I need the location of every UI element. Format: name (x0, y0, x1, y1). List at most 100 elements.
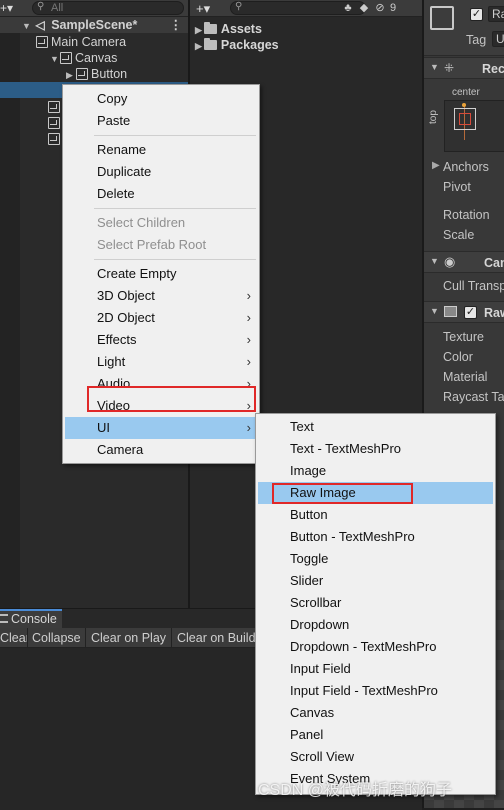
name-field[interactable]: Ra (488, 6, 504, 22)
inspector-header: ✓ Ra Tag U (424, 0, 504, 56)
gameobject-icon (60, 52, 72, 64)
hierarchy-item-main-camera[interactable]: Main Camera (36, 34, 126, 50)
ui-menu-item-text-textmeshpro[interactable]: Text - TextMeshPro (258, 438, 493, 460)
folder-label: Assets (220, 22, 262, 36)
menu-item-label: Effects (97, 332, 137, 347)
menu-item-light[interactable]: Light › (65, 351, 257, 373)
hierarchy-item-hidden-3[interactable] (48, 131, 63, 147)
ui-menu-item-image[interactable]: Image (258, 460, 493, 482)
menu-item-3d-object[interactable]: 3D Object › (65, 285, 257, 307)
menu-item-label: Button - TextMeshPro (290, 529, 415, 544)
menu-item-label: Input Field - TextMeshPro (290, 683, 438, 698)
submenu-arrow-icon: › (246, 288, 251, 303)
menu-item-label: Raw Image (290, 485, 356, 500)
folder-assets[interactable]: ▶ Assets (195, 21, 262, 37)
rect-transform-header[interactable]: ▼ ⁜ Rec (424, 57, 504, 79)
collapse-arrow-icon[interactable]: ▼ (430, 256, 439, 266)
collapse-arrow-icon[interactable]: ▼ (22, 18, 32, 34)
submenu-arrow-icon: › (246, 332, 251, 347)
search-by-label-icon[interactable]: ◆ (356, 0, 372, 17)
ui-menu-item-scrollbar[interactable]: Scrollbar (258, 592, 493, 614)
menu-item-label: Scroll View (290, 749, 355, 764)
menu-item-video[interactable]: Video › (65, 395, 257, 417)
scale-label: Scale (443, 228, 475, 242)
material-label: Material (443, 370, 488, 384)
hierarchy-gutter (0, 17, 20, 608)
menu-item-audio[interactable]: Audio › (65, 373, 257, 395)
menu-item-2d-object[interactable]: 2D Object › (65, 307, 257, 329)
ui-menu-item-slider[interactable]: Slider (258, 570, 493, 592)
menu-separator (94, 259, 256, 260)
rect-transform-icon: ⁜ (444, 61, 455, 75)
menu-item-camera[interactable]: Camera (65, 439, 257, 461)
ui-menu-item-text[interactable]: Text (258, 416, 493, 438)
clear-on-play-button[interactable]: Clear on Play (86, 628, 172, 648)
menu-item-delete[interactable]: Delete (65, 183, 257, 205)
menu-item-paste[interactable]: Paste (65, 110, 257, 132)
hierarchy-item-hidden-1[interactable] (48, 99, 63, 115)
menu-item-duplicate[interactable]: Duplicate (65, 161, 257, 183)
anchor-rect (459, 113, 471, 125)
search-by-type-icon[interactable]: ♣ (340, 0, 356, 17)
ui-menu-item-canvas[interactable]: Canvas (258, 702, 493, 724)
tag-label: Tag (466, 33, 487, 47)
collapse-arrow-icon[interactable]: ▼ (430, 62, 439, 72)
menu-item-create-empty[interactable]: Create Empty (65, 263, 257, 285)
hierarchy-item-button[interactable]: ▶ Button (66, 66, 127, 82)
collapse-arrow-icon[interactable]: ▼ (50, 51, 60, 67)
anchor-v-label: top (428, 110, 439, 124)
expand-arrow-icon[interactable]: ▶ (432, 160, 440, 171)
menu-item-rename[interactable]: Rename (65, 139, 257, 161)
hidden-packages-icon[interactable]: ⊘ (372, 0, 388, 17)
menu-item-label: Delete (97, 186, 135, 201)
ui-menu-item-input-field[interactable]: Input Field (258, 658, 493, 680)
anchors-label[interactable]: Anchors (443, 160, 489, 174)
ui-menu-item-dropdown-textmeshpro[interactable]: Dropdown - TextMeshPro (258, 636, 493, 658)
folder-packages[interactable]: ▶ Packages (195, 37, 279, 53)
scene-options-icon[interactable]: ⋮ (170, 17, 183, 33)
hierarchy-item-hidden-2[interactable] (48, 115, 63, 131)
tag-dropdown[interactable]: U (492, 31, 504, 47)
menu-item-label: Select Prefab Root (97, 237, 207, 252)
ui-menu-item-toggle[interactable]: Toggle (258, 548, 493, 570)
eye-icon: ◉ (444, 254, 456, 269)
ui-menu-item-input-field-textmeshpro[interactable]: Input Field - TextMeshPro (258, 680, 493, 702)
menu-item-select-prefab-root: Select Prefab Root (65, 234, 257, 256)
ui-menu-item-dropdown[interactable]: Dropdown (258, 614, 493, 636)
hierarchy-item-canvas[interactable]: ▼ Canvas (50, 50, 117, 66)
scene-row[interactable]: ▼ ◁ SampleScene* ⋮ (0, 17, 188, 33)
ui-menu-item-panel[interactable]: Panel (258, 724, 493, 746)
ui-menu-item-button-textmeshpro[interactable]: Button - TextMeshPro (258, 526, 493, 548)
menu-item-effects[interactable]: Effects › (65, 329, 257, 351)
clear-button[interactable]: Clear (0, 628, 28, 648)
hidden-count: 9 (390, 2, 397, 14)
ui-menu-item-button[interactable]: Button (258, 504, 493, 526)
cull-transparent-label: Cull Transp (443, 279, 504, 293)
collapse-button[interactable]: Collapse (28, 628, 86, 648)
menu-item-label: Dropdown - TextMeshPro (290, 639, 437, 654)
raw-image-header[interactable]: ▼ ✓ Raw (424, 301, 504, 323)
canvas-renderer-header[interactable]: ▼ ◉ Can (424, 251, 504, 273)
ui-menu-item-scroll-view[interactable]: Scroll View (258, 746, 493, 768)
tab-console[interactable]: Console (0, 609, 62, 629)
expand-arrow-icon[interactable]: ▶ (195, 41, 202, 51)
expand-arrow-icon[interactable]: ▶ (195, 25, 202, 35)
menu-item-label: Toggle (290, 551, 329, 566)
enabled-checkbox[interactable]: ✓ (464, 306, 477, 319)
create-asset-button[interactable]: +▾ (196, 0, 210, 17)
clear-on-build-button[interactable]: Clear on Build (172, 628, 258, 648)
hierarchy-search-input[interactable]: ⚲ All (32, 1, 184, 15)
collapse-arrow-icon[interactable]: ▼ (430, 306, 439, 316)
pivot-label: Pivot (443, 180, 471, 194)
menu-item-copy[interactable]: Copy (65, 88, 257, 110)
create-dropdown-button[interactable]: +▾ (0, 0, 20, 17)
menu-item-label: Text (290, 419, 314, 434)
ui-menu-item-raw-image[interactable]: Raw Image (258, 482, 493, 504)
project-toolbar: +▾ ⚲ ♣ ◆ ⊘ 9 (190, 0, 422, 17)
expand-arrow-icon[interactable]: ▶ (66, 67, 76, 83)
menu-item-label: Input Field (290, 661, 351, 676)
active-checkbox[interactable]: ✓ (470, 8, 483, 21)
menu-item-label: 3D Object (97, 288, 155, 303)
menu-item-label: Rename (97, 142, 147, 157)
menu-item-ui[interactable]: UI › (65, 417, 257, 439)
